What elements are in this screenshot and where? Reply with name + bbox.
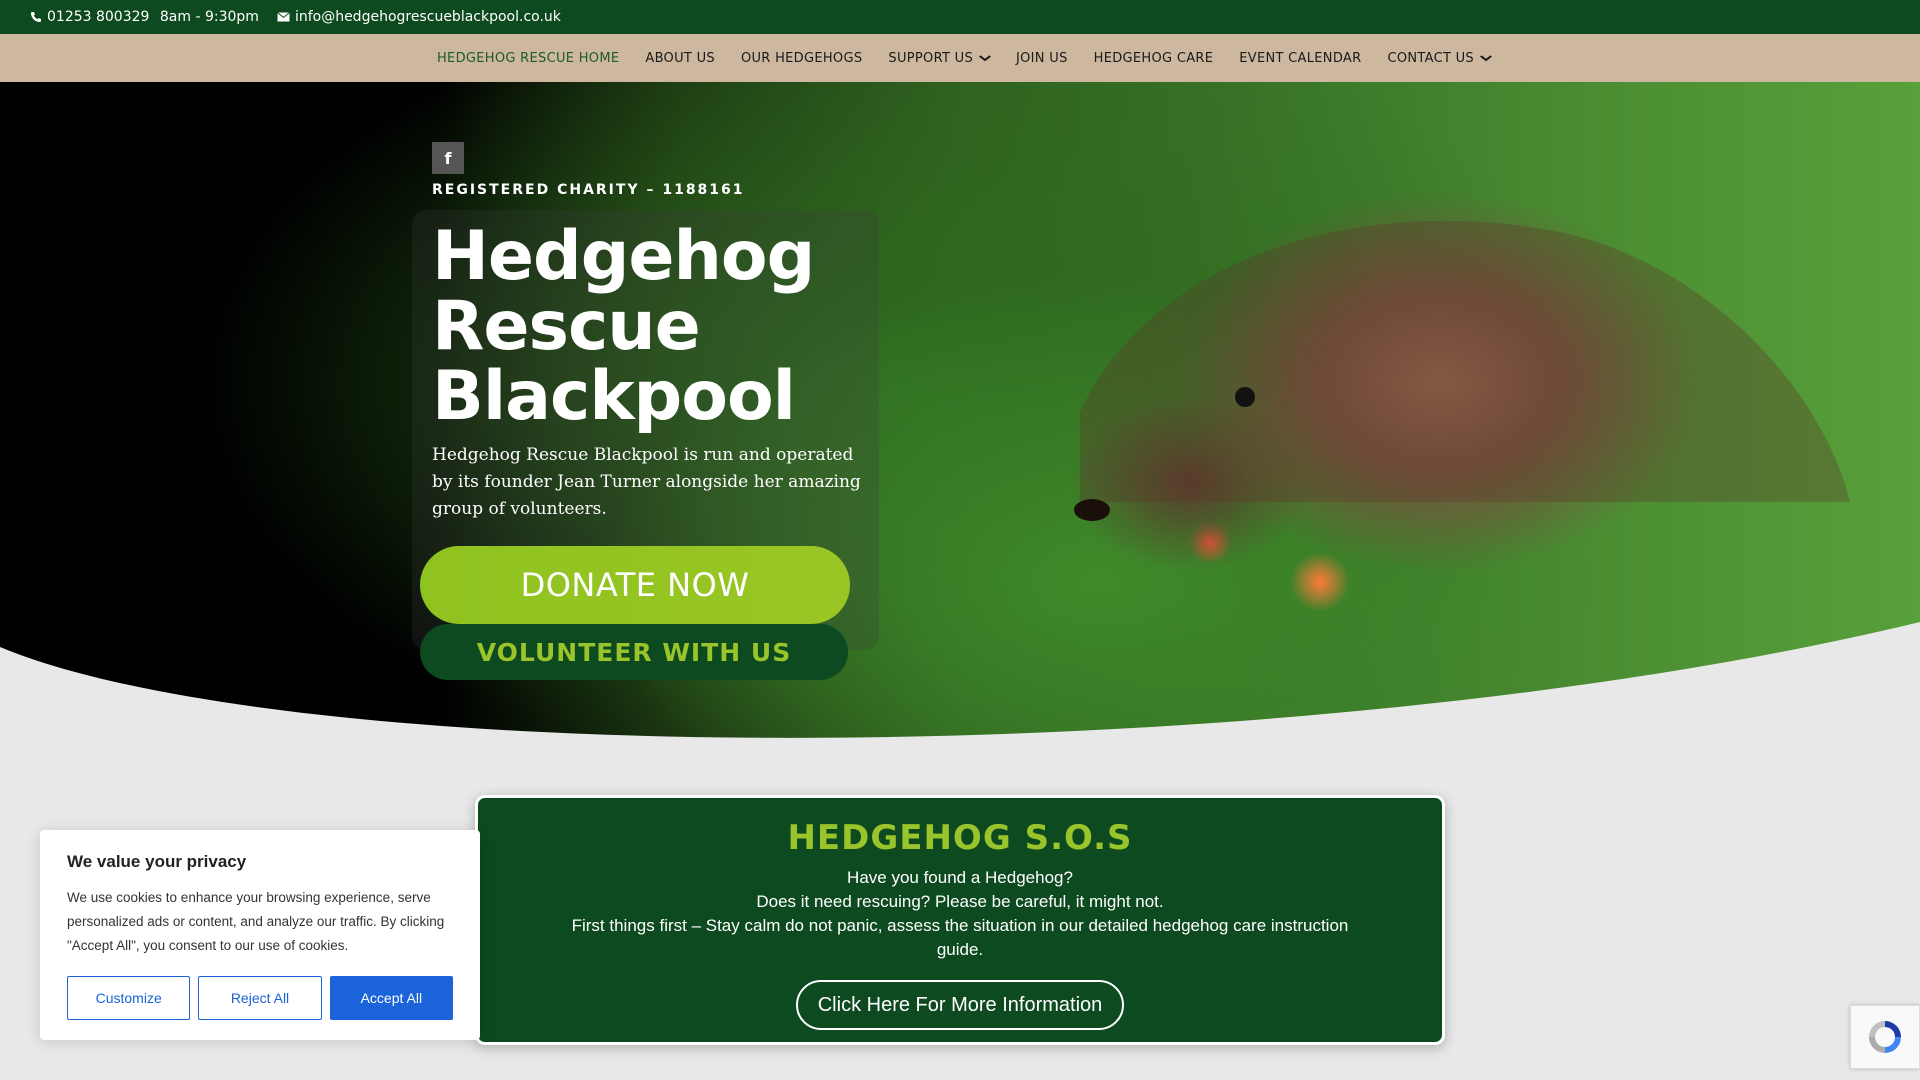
cookie-consent-banner: We value your privacy We use cookies to … (40, 830, 480, 1040)
phone-info[interactable]: 01253 800329 8am - 9:30pm (30, 9, 259, 25)
facebook-icon[interactable]: f (432, 142, 464, 174)
top-bar: 01253 800329 8am - 9:30pm info@hedgehogr… (0, 0, 1920, 34)
nav-item-contact-us[interactable]: CONTACT US (1387, 50, 1493, 66)
nav-label: OUR HEDGEHOGS (740, 50, 863, 66)
nav-item-our-hedgehogs[interactable]: OUR HEDGEHOGS (741, 51, 862, 66)
nav-label: JOIN US (1016, 50, 1068, 66)
nav-label: ABOUT US (645, 50, 715, 66)
customize-button[interactable]: Customize (67, 976, 191, 1020)
nav-item-support-us[interactable]: SUPPORT US (888, 50, 992, 66)
sos-title: HEDGEHOG S.O.S (787, 818, 1133, 858)
nav-item-hedgehog-care[interactable]: HEDGEHOG CARE (1094, 51, 1214, 66)
reject-all-button[interactable]: Reject All (198, 976, 322, 1020)
email-link[interactable]: info@hedgehogrescueblackpool.co.uk (277, 9, 561, 25)
nav-label: SUPPORT US (888, 50, 973, 66)
nav-item-about[interactable]: ABOUT US (645, 51, 715, 66)
nav-label: CONTACT US (1387, 50, 1474, 66)
hero-title: Hedgehog Rescue Blackpool (432, 217, 815, 436)
recaptcha-badge[interactable] (1850, 1005, 1920, 1069)
volunteer-button[interactable]: VOLUNTEER WITH US (420, 624, 848, 680)
hero-curve-divider (0, 220, 1920, 747)
sos-line: Does it need rescuing? Please be careful… (756, 892, 1164, 911)
nav-label: HEDGEHOG CARE (1093, 50, 1214, 66)
nav-label: EVENT CALENDAR (1239, 50, 1362, 66)
main-nav: HEDGEHOG RESCUE HOME ABOUT US OUR HEDGEH… (0, 34, 1920, 82)
opening-hours: 8am - 9:30pm (159, 9, 259, 25)
more-information-button[interactable]: Click Here For More Information (795, 980, 1125, 1030)
nav-item-home[interactable]: HEDGEHOG RESCUE HOME (437, 51, 619, 66)
cookie-text: We use cookies to enhance your browsing … (67, 890, 445, 953)
email-address: info@hedgehogrescueblackpool.co.uk (294, 9, 561, 25)
nav-menu: HEDGEHOG RESCUE HOME ABOUT US OUR HEDGEH… (424, 51, 1504, 66)
nav-item-join-us[interactable]: JOIN US (1016, 51, 1068, 66)
hedgehog-sos-panel: HEDGEHOG S.O.S Have you found a Hedgehog… (475, 795, 1445, 1045)
envelope-icon (277, 12, 290, 22)
hero-section: f REGISTERED CHARITY – 1188161 Hedgehog … (0, 82, 1920, 747)
donate-now-button[interactable]: DONATE NOW (420, 546, 850, 624)
sos-text: Have you found a Hedgehog? Does it need … (478, 866, 1442, 962)
cookie-title: We value your privacy (67, 852, 247, 871)
phone-icon (31, 12, 41, 22)
cookie-buttons: Customize Reject All Accept All (67, 976, 453, 1020)
hero-description: Hedgehog Rescue Blackpool is run and ope… (432, 445, 861, 519)
chevron-down-icon (1479, 54, 1493, 61)
nav-item-event-calendar[interactable]: EVENT CALENDAR (1239, 51, 1361, 66)
phone-number: 01253 800329 (47, 9, 150, 25)
sos-line: First things first – Stay calm do not pa… (571, 916, 1349, 959)
sos-line: Have you found a Hedgehog? (847, 868, 1073, 887)
chevron-down-icon (978, 54, 992, 61)
accept-all-button[interactable]: Accept All (329, 976, 453, 1020)
charity-number: REGISTERED CHARITY – 1188161 (432, 182, 745, 198)
nav-label: HEDGEHOG RESCUE HOME (436, 50, 620, 66)
recaptcha-icon (1869, 1021, 1901, 1053)
